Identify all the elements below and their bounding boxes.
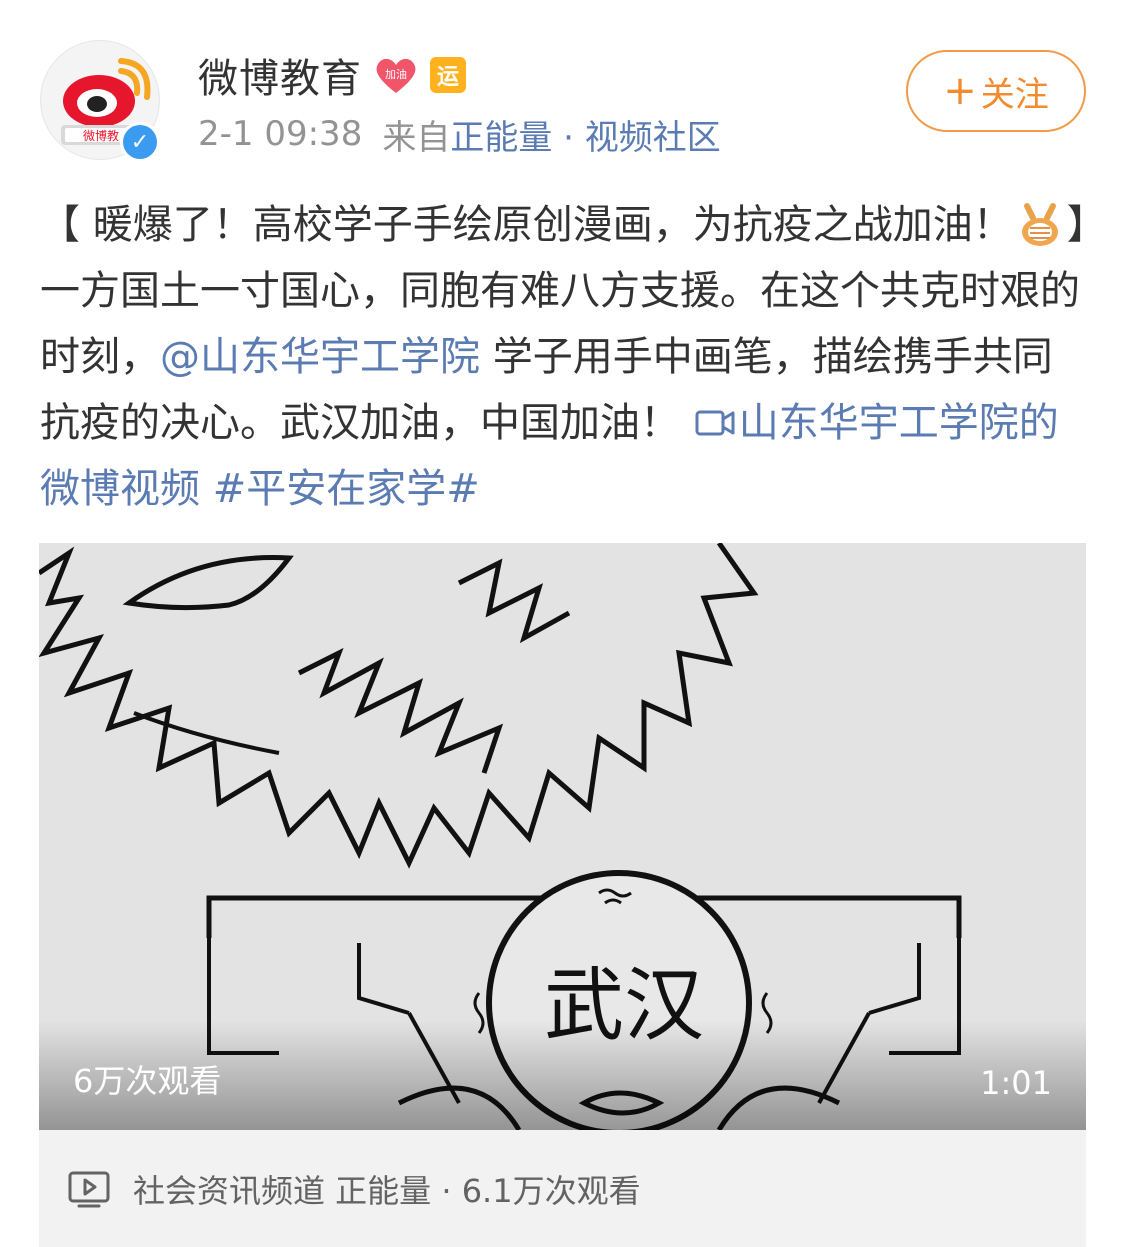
verified-badge: ✓ bbox=[120, 122, 160, 162]
name-row: 微博教育 加油 运 bbox=[198, 50, 466, 102]
post-header: 微博教 ✓ 微博教育 加油 运 2-1 09:38 来自 正能量 · 视频社区 … bbox=[0, 0, 1125, 180]
from-prefix: 来自 bbox=[382, 117, 451, 158]
post-body: 【 暖爆了！高校学子手绘原创漫画，为抗疫之战加油！ 】一方国土一寸国心，同胞有难八… bbox=[40, 192, 1090, 522]
video-view-count: 6万次观看 bbox=[73, 1062, 222, 1100]
avatar-text: 微博教 bbox=[83, 128, 119, 143]
username[interactable]: 微博教育 bbox=[198, 46, 362, 104]
post-time: 2-1 09:38 bbox=[198, 114, 363, 154]
verified-check-icon: ✓ bbox=[123, 125, 157, 159]
post-meta: 2-1 09:38 来自 正能量 · 视频社区 bbox=[198, 110, 721, 159]
follow-label: 关注 bbox=[980, 74, 1049, 115]
video-channel-text: 社会资讯频道 正能量 · 6.1万次观看 bbox=[133, 1171, 641, 1210]
mention-link[interactable]: @山东华宇工学院 bbox=[160, 334, 480, 380]
video-play-icon bbox=[68, 1171, 110, 1207]
post-text-part1: 【 暖爆了！高校学子手绘原创漫画，为抗疫之战加油！ bbox=[40, 202, 1013, 248]
video-channel-bar[interactable]: 社会资讯频道 正能量 · 6.1万次观看 bbox=[39, 1130, 1086, 1247]
video-camera-icon bbox=[695, 410, 735, 436]
yun-badge-icon[interactable]: 运 bbox=[430, 57, 466, 93]
heart-badge-text: 加油 bbox=[385, 67, 407, 81]
fist-bump-emoji-icon bbox=[1021, 203, 1058, 246]
yun-badge-text: 运 bbox=[436, 65, 459, 90]
heart-badge-icon[interactable]: 加油 bbox=[374, 55, 418, 95]
plus-icon: + bbox=[943, 68, 977, 114]
video-player[interactable]: 武汉 6万次观看 1:01 bbox=[39, 543, 1086, 1130]
hashtag-link[interactable]: #平安在家学# bbox=[200, 466, 480, 512]
follow-button[interactable]: + 关注 bbox=[906, 50, 1086, 132]
post-source[interactable]: 正能量 · 视频社区 bbox=[450, 110, 720, 159]
video-duration: 1:01 bbox=[980, 1064, 1052, 1102]
